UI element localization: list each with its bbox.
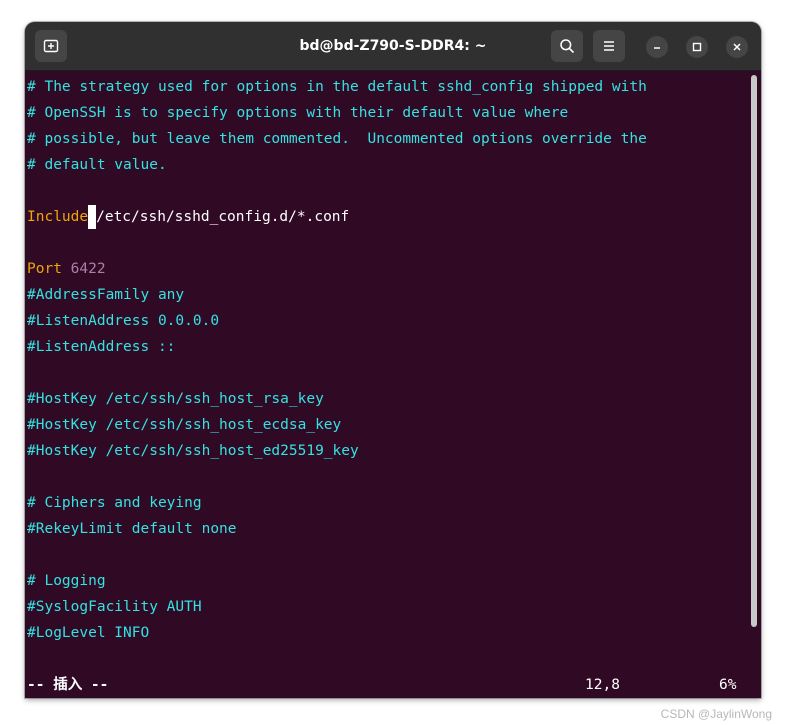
watermark: CSDN @JaylinWong — [660, 707, 772, 721]
maximize-button[interactable] — [686, 36, 708, 58]
port-value: 6422 — [70, 261, 106, 277]
editor-line: #RekeyLimit default none — [27, 521, 237, 537]
scroll-percent: 6% — [719, 677, 737, 693]
include-path: /etc/ssh/sshd_config.d/*.conf — [96, 209, 350, 225]
editor-line: # OpenSSH is to specify options with the… — [27, 105, 569, 121]
editor-line: #ListenAddress :: — [27, 339, 176, 355]
editor-line: #AddressFamily any — [27, 287, 185, 303]
editor-line: # Logging — [27, 573, 106, 589]
cursor-position: 12,8 — [585, 677, 620, 693]
port-keyword: Port — [27, 261, 62, 277]
maximize-icon — [692, 42, 702, 52]
editor-line: #HostKey /etc/ssh/ssh_host_rsa_key — [27, 391, 324, 407]
scrollbar[interactable] — [751, 75, 757, 627]
close-icon — [733, 43, 741, 51]
editor-line: #HostKey /etc/ssh/ssh_host_ecdsa_key — [27, 417, 342, 433]
port-line: Port 6422 — [27, 256, 106, 282]
terminal-content[interactable]: # The strategy used for options in the d… — [25, 71, 761, 698]
close-button[interactable] — [726, 36, 748, 58]
minimize-button[interactable] — [646, 36, 668, 58]
text-cursor — [88, 205, 97, 229]
search-button[interactable] — [551, 30, 583, 62]
terminal-window: bd@bd-Z790-S-DDR4: ~ # The strategy used… — [25, 22, 761, 698]
editor-line: #HostKey /etc/ssh/ssh_host_ed25519_key — [27, 443, 359, 459]
editor-line: # The strategy used for options in the d… — [27, 79, 647, 95]
include-line: Include/etc/ssh/sshd_config.d/*.conf — [27, 204, 349, 230]
minimize-icon — [654, 47, 660, 49]
editor-line: # Ciphers and keying — [27, 495, 202, 511]
editor-line: #SyslogFacility AUTH — [27, 599, 202, 615]
include-keyword: Include — [27, 209, 89, 225]
hamburger-menu-icon — [604, 41, 614, 51]
editor-line: #LogLevel INFO — [27, 625, 150, 641]
title-bar: bd@bd-Z790-S-DDR4: ~ — [25, 22, 761, 71]
editor-line: #ListenAddress 0.0.0.0 — [27, 313, 220, 329]
vim-status-line: -- 插入 -- 12,8 6% — [25, 672, 761, 698]
menu-button[interactable] — [593, 30, 625, 62]
editor-line: # default value. — [27, 157, 167, 173]
editor-line: # possible, but leave them commented. Un… — [27, 131, 647, 147]
search-icon — [560, 39, 575, 54]
mode-indicator: -- 插入 -- — [27, 677, 109, 693]
